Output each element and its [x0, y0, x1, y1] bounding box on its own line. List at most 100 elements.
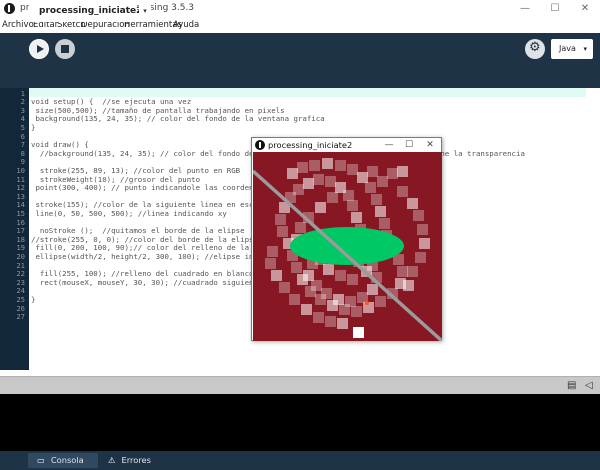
cursor-square: [353, 327, 364, 338]
tab-errores[interactable]: ⚠ Errores: [104, 453, 174, 468]
debugger-button[interactable]: [525, 39, 545, 59]
minimize-button[interactable]: —: [510, 0, 540, 18]
trail-square: [323, 264, 334, 275]
trail-square: [265, 258, 276, 269]
code-line: }: [31, 122, 36, 132]
trail-square: [313, 312, 324, 323]
trail-square: [291, 262, 302, 273]
code-line: background(135, 24, 35); // color del fo…: [31, 114, 325, 124]
trail-square: [309, 160, 320, 171]
trail-square: [313, 174, 324, 185]
mode-select[interactable]: Java ▾: [551, 39, 593, 59]
trail-square: [321, 288, 332, 299]
triangle-left-icon[interactable]: ◁: [585, 380, 593, 391]
trail-square: [315, 202, 326, 213]
trail-square: [397, 186, 408, 197]
trail-square: [397, 266, 408, 277]
trail-square: [345, 296, 356, 307]
trail-square: [325, 176, 336, 187]
menu-ayuda[interactable]: Ayuda: [173, 20, 199, 30]
warning-icon: ⚠: [108, 455, 116, 465]
trail-square: [347, 274, 358, 285]
trail-square: [301, 304, 312, 315]
console-header: ▤ ◁: [0, 376, 600, 394]
trail-square: [351, 212, 362, 223]
trail-square: [325, 316, 336, 327]
trail-square: [417, 224, 428, 235]
trail-square: [279, 282, 290, 293]
close-button[interactable]: ✕: [570, 0, 600, 18]
trail-square: [415, 252, 426, 263]
trail-square: [419, 238, 430, 249]
trail-square: [295, 222, 306, 233]
trail-square: [379, 218, 390, 229]
trail-square: [337, 318, 348, 329]
trail-square: [407, 198, 418, 209]
current-line-highlight: [29, 88, 586, 97]
sketch-minimize-button[interactable]: —: [379, 138, 399, 152]
trail-square: [289, 294, 300, 305]
trail-square: [275, 214, 286, 225]
trail-square: [327, 192, 338, 203]
stop-button[interactable]: [55, 39, 75, 59]
trail-square: [277, 226, 288, 237]
trail-square: [297, 162, 308, 173]
terminal-icon: ▭: [37, 455, 45, 465]
trail-square: [367, 166, 378, 177]
tab-processing-iniciate2[interactable]: processing_iniciate2: [29, 0, 142, 22]
trail-square: [311, 280, 322, 291]
sketch-window[interactable]: processing_iniciate2 — ☐ ✕: [251, 137, 442, 341]
trail-square: [375, 206, 386, 217]
trail-square: [397, 166, 408, 177]
trail-square: [371, 194, 382, 205]
bottom-tab-bar: ▭ Consola ⚠ Errores: [0, 451, 600, 470]
trail-square: [377, 176, 388, 187]
trail-square: [387, 168, 398, 179]
trail-square: [335, 270, 346, 281]
trail-square: [347, 200, 358, 211]
chevron-down-icon: ▾: [583, 45, 587, 53]
trail-square: [347, 164, 358, 175]
trail-square: [365, 182, 376, 193]
orange-point: [365, 301, 369, 305]
sketch-title-bar: processing_iniciate2 — ☐ ✕: [252, 138, 441, 152]
trail-square: [335, 160, 346, 171]
trail-square: [287, 168, 298, 179]
line-number: 27: [16, 312, 25, 322]
sketch-canvas[interactable]: [253, 152, 442, 341]
errores-label: Errores: [121, 455, 151, 465]
green-ellipse: [290, 227, 404, 265]
trail-square: [403, 280, 414, 291]
clipboard-icon[interactable]: ▤: [567, 380, 576, 391]
line-number-gutter: 1 2 3 4 5 6 7 8 9 10 11 12 13 14 15 16 17 18 19 20 21 22 23 24 2…: [0, 88, 29, 370]
tab-menu-button[interactable]: ▾: [139, 2, 151, 20]
trail-square: [293, 184, 304, 195]
trail-square: [343, 190, 354, 201]
sketch-window-title: processing_iniciate2: [268, 140, 353, 150]
trail-square: [357, 172, 368, 183]
maximize-button[interactable]: ☐: [540, 0, 570, 18]
editor-scrollbar[interactable]: [586, 88, 600, 370]
trail-square: [375, 296, 386, 307]
trail-square: [351, 306, 362, 317]
tab-row: [0, 66, 600, 88]
sketch-close-button[interactable]: ✕: [420, 138, 440, 152]
code-line: point(300, 400); // punto indicandole la…: [31, 183, 272, 193]
trail-square: [322, 158, 333, 169]
trail-square: [333, 294, 344, 305]
trail-square: [303, 178, 314, 189]
trail-square: [413, 210, 424, 221]
console-output[interactable]: [0, 394, 600, 451]
trail-square: [367, 284, 378, 295]
consola-label: Consola: [50, 455, 84, 465]
code-line: }: [31, 294, 36, 304]
trail-square: [303, 270, 314, 281]
code-line: line(0, 50, 500, 500); //linea indicando…: [31, 208, 227, 218]
sketch-maximize-button[interactable]: ☐: [399, 138, 419, 152]
trail-square: [407, 266, 418, 277]
run-button[interactable]: [29, 39, 49, 59]
processing-sketch-icon: [255, 140, 265, 150]
trail-square: [271, 270, 282, 281]
trail-square: [267, 246, 278, 257]
tab-consola[interactable]: ▭ Consola: [28, 453, 98, 468]
